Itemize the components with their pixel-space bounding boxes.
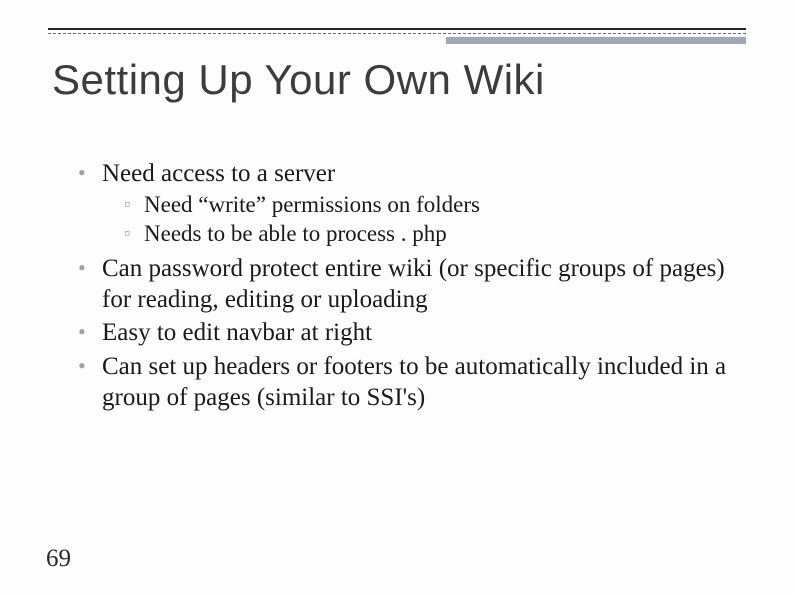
page-number: 69 [46, 545, 71, 573]
bullet-item: Can set up headers or footers to be auto… [78, 351, 734, 414]
sub-bullet-item: Need “write” permissions on folders [124, 191, 734, 220]
sub-bullet-list: Need “write” permissions on folders Need… [102, 191, 734, 249]
bullet-list: Need access to a server Need “write” per… [78, 158, 734, 413]
bullet-text: Easy to edit navbar at right [102, 319, 372, 346]
bullet-text: Can password protect entire wiki (or spe… [102, 255, 725, 313]
sub-bullet-text: Need “write” permissions on folders [144, 192, 480, 217]
divider-accent-bar [446, 37, 746, 44]
bullet-item: Easy to edit navbar at right [78, 317, 734, 348]
title-divider [48, 28, 746, 44]
slide-title: Setting Up Your Own Wiki [52, 56, 545, 104]
sub-bullet-item: Needs to be able to process . php [124, 220, 734, 249]
sub-bullet-text: Needs to be able to process . php [144, 221, 447, 246]
bullet-item: Need access to a server Need “write” per… [78, 158, 734, 249]
bullet-text: Can set up headers or footers to be auto… [102, 353, 726, 411]
bullet-item: Can password protect entire wiki (or spe… [78, 253, 734, 316]
divider-line-dashed [48, 33, 746, 34]
slide: Setting Up Your Own Wiki Need access to … [0, 0, 794, 595]
bullet-text: Need access to a server [102, 160, 335, 187]
divider-line-solid [48, 28, 746, 30]
slide-body: Need access to a server Need “write” per… [78, 158, 734, 415]
